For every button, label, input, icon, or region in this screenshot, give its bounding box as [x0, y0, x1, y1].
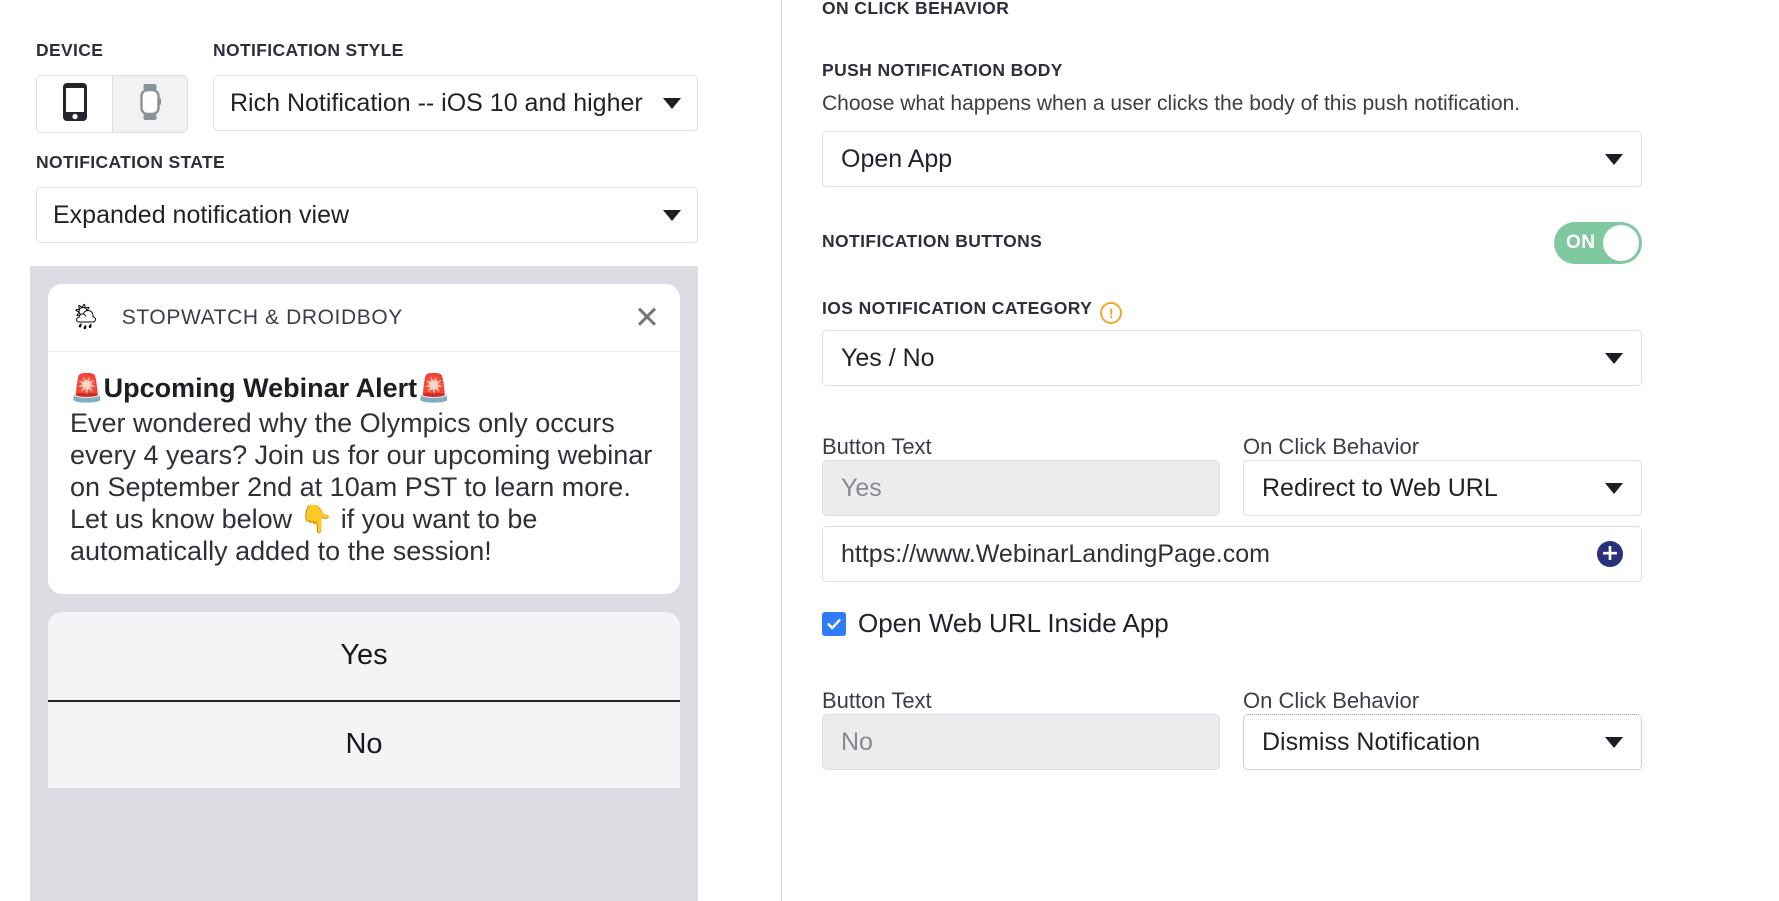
- button2-onclick-select[interactable]: Dismiss Notification: [1243, 714, 1642, 770]
- button1-text-value: Yes: [841, 473, 882, 502]
- open-web-url-label: Open Web URL Inside App: [858, 608, 1169, 638]
- warning-icon[interactable]: !: [1100, 302, 1123, 324]
- device-option-watch[interactable]: [112, 76, 187, 132]
- button2-text-input[interactable]: No: [822, 714, 1220, 770]
- phone-icon: [62, 82, 88, 127]
- check-icon: [827, 618, 841, 629]
- notification-buttons-label: NOTIFICATION BUTTONS: [822, 231, 1043, 251]
- button1-onclick-select[interactable]: Redirect to Web URL: [1243, 460, 1642, 516]
- settings-panel: ON CLICK BEHAVIOR PUSH NOTIFICATION BODY…: [782, 0, 1779, 901]
- chevron-down-icon: [1605, 736, 1623, 748]
- notification-card: 🌦 STOPWATCH & DROIDBOY ✕ 🚨Upcoming Webin…: [48, 284, 680, 594]
- notification-state-label: NOTIFICATION STATE: [36, 152, 226, 172]
- button1-text-input[interactable]: Yes: [822, 460, 1220, 516]
- chevron-down-icon: [663, 209, 681, 221]
- notification-actions: Yes No: [48, 611, 680, 788]
- close-icon[interactable]: ✕: [634, 302, 660, 333]
- on-click-behavior-heading: ON CLICK BEHAVIOR: [822, 0, 1010, 18]
- chevron-down-icon: [1605, 352, 1623, 364]
- ios-category-select[interactable]: Yes / No: [822, 330, 1642, 386]
- notification-style-group: NOTIFICATION STYLE Rich Notification -- …: [213, 40, 698, 131]
- push-body-behavior-value: Open App: [841, 144, 953, 173]
- notification-state-group: NOTIFICATION STATE Expanded notification…: [36, 152, 698, 243]
- notification-buttons-toggle[interactable]: ON: [1554, 222, 1642, 264]
- toggle-state-label: ON: [1566, 232, 1596, 253]
- button1-onclick-value: Redirect to Web URL: [1262, 473, 1498, 502]
- push-notification-body-label: PUSH NOTIFICATION BODY: [822, 60, 1063, 80]
- button1-url-value: https://www.WebinarLandingPage.com: [841, 539, 1270, 568]
- button2-onclick-label: On Click Behavior: [1243, 688, 1420, 713]
- button2-text-value: No: [841, 727, 873, 756]
- notification-body-text: Ever wondered why the Olympics only occu…: [70, 408, 653, 566]
- button2-text-label: Button Text: [822, 688, 932, 713]
- toggle-knob: [1603, 225, 1639, 261]
- device-option-phone[interactable]: [37, 76, 112, 132]
- app-name: STOPWATCH & DROIDBOY: [121, 305, 403, 329]
- chevron-down-icon: [1605, 153, 1623, 165]
- notification-action-no[interactable]: No: [48, 699, 680, 788]
- chevron-down-icon: [663, 97, 681, 109]
- notification-header: 🌦 STOPWATCH & DROIDBOY ✕: [48, 284, 680, 352]
- notification-state-value: Expanded notification view: [53, 200, 350, 229]
- push-notification-body-helper: Choose what happens when a user clicks t…: [822, 92, 1521, 115]
- device-label: DEVICE: [36, 40, 104, 60]
- chevron-down-icon: [1605, 482, 1623, 494]
- add-icon[interactable]: +: [1597, 541, 1623, 567]
- notification-content: 🚨Upcoming Webinar Alert🚨 Ever wondered w…: [48, 352, 680, 594]
- ios-category-value: Yes / No: [841, 343, 935, 372]
- button1-onclick-label: On Click Behavior: [1243, 434, 1420, 459]
- notification-style-select[interactable]: Rich Notification -- iOS 10 and higher: [213, 75, 698, 131]
- notification-state-select[interactable]: Expanded notification view: [36, 187, 698, 243]
- button1-url-input[interactable]: https://www.WebinarLandingPage.com +: [822, 526, 1642, 582]
- device-toggle[interactable]: [36, 75, 188, 133]
- preview-panel: DEVICE NOTIFICATION STYLE Rich Notificat…: [0, 0, 782, 901]
- push-body-behavior-select[interactable]: Open App: [822, 131, 1642, 187]
- notification-style-label: NOTIFICATION STYLE: [213, 40, 404, 60]
- watch-icon: [138, 83, 162, 126]
- open-web-url-checkbox[interactable]: [822, 611, 846, 636]
- device-selector-group: DEVICE: [36, 40, 188, 133]
- app-weather-icon: 🌦: [70, 303, 102, 331]
- notification-action-yes[interactable]: Yes: [48, 612, 680, 700]
- notification-preview: 🌦 STOPWATCH & DROIDBOY ✕ 🚨Upcoming Webin…: [30, 266, 698, 901]
- open-web-url-inside-app-row[interactable]: Open Web URL Inside App: [822, 608, 1169, 639]
- button1-text-label: Button Text: [822, 434, 932, 459]
- notification-title: 🚨Upcoming Webinar Alert🚨: [70, 373, 451, 403]
- button2-onclick-value: Dismiss Notification: [1262, 727, 1481, 756]
- notification-style-value: Rich Notification -- iOS 10 and higher: [230, 88, 643, 117]
- ios-notification-category-label: IOS NOTIFICATION CATEGORY: [822, 298, 1093, 318]
- ios-category-label-row: IOS NOTIFICATION CATEGORY!: [822, 298, 1123, 324]
- push-notification-composer: DEVICE NOTIFICATION STYLE Rich Notificat…: [0, 0, 1779, 901]
